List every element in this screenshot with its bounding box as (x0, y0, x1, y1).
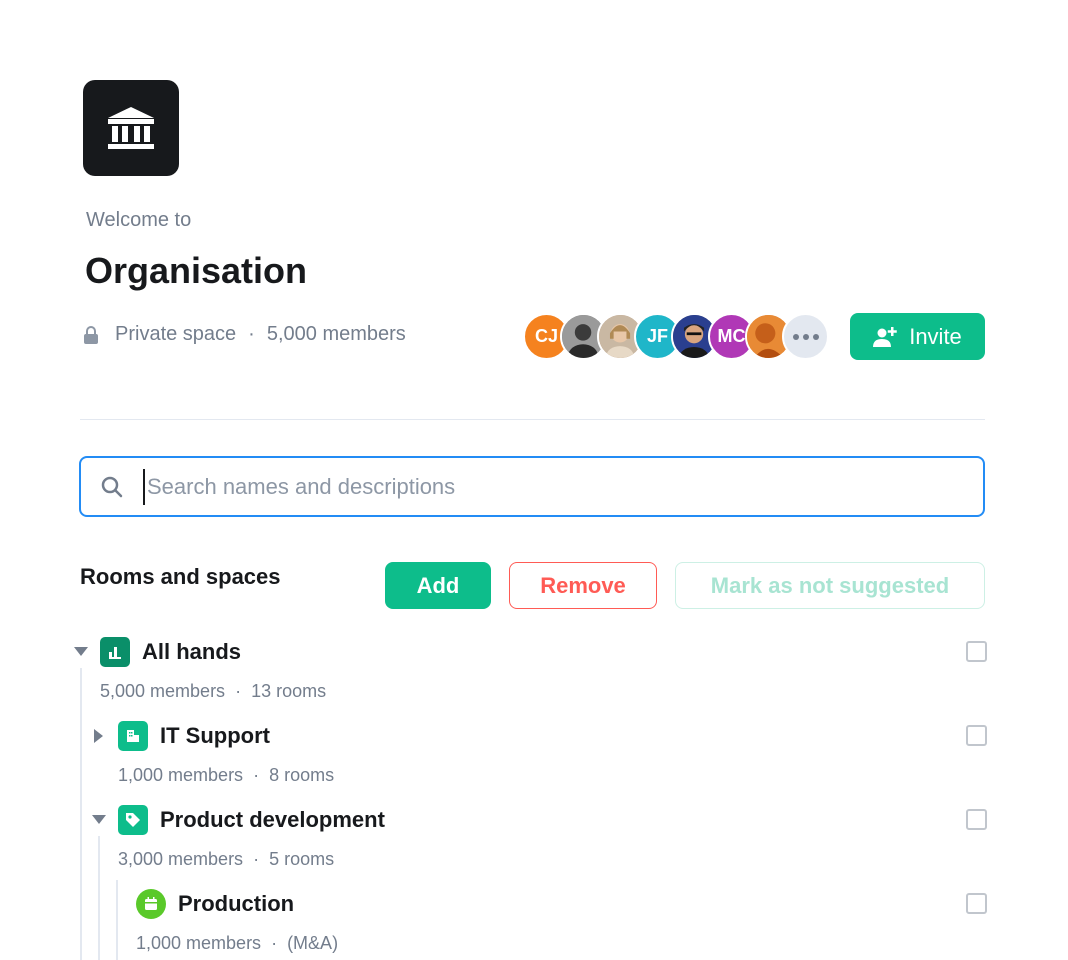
tree-item-product-development[interactable]: Product development (118, 805, 385, 835)
calendar-icon (136, 889, 166, 919)
space-name: Organisation (85, 250, 308, 291)
room-meta: 1,000 members · (M&A) (136, 933, 339, 953)
tree-line (80, 668, 82, 960)
expand-caret-icon[interactable] (94, 729, 104, 743)
space-meta: Private space · 5,000 members (83, 323, 406, 346)
room-meta: 1,000 members · 8 rooms (118, 765, 335, 785)
remove-button[interactable]: Remove (509, 562, 657, 609)
tree-line (98, 836, 100, 960)
search-input[interactable] (143, 468, 949, 505)
select-checkbox[interactable] (966, 641, 987, 662)
divider (80, 419, 985, 420)
add-user-icon (873, 326, 897, 347)
bank-icon (108, 107, 154, 149)
more-members-button[interactable] (782, 313, 829, 360)
room-name: All hands (142, 639, 242, 664)
privacy-label: Private space (115, 323, 237, 345)
collapse-caret-icon[interactable] (92, 815, 106, 825)
building-icon (118, 721, 148, 751)
room-name: IT Support (160, 723, 270, 748)
add-button[interactable]: Add (385, 562, 491, 609)
chart-icon (100, 637, 130, 667)
tree-item-all-hands[interactable]: All hands (100, 637, 241, 667)
lock-icon (83, 325, 99, 344)
collapse-caret-icon[interactable] (74, 647, 88, 657)
select-checkbox[interactable] (966, 809, 987, 830)
select-checkbox[interactable] (966, 725, 987, 746)
more-icon (792, 333, 819, 340)
member-count[interactable]: 5,000 members (267, 323, 406, 346)
search-box[interactable] (79, 456, 985, 517)
room-meta: 3,000 members · 5 rooms (118, 849, 335, 869)
tree-item-production[interactable]: Production (136, 889, 294, 919)
room-name: Production (178, 891, 295, 916)
search-icon (101, 476, 123, 498)
mark-not-suggested-button[interactable]: Mark as not suggested (675, 562, 985, 609)
member-avatars[interactable]: CJ JF MC (523, 313, 829, 360)
space-avatar (83, 80, 179, 176)
section-title: Rooms and spaces (80, 564, 281, 589)
invite-label: Invite (909, 323, 962, 349)
room-name: Product development (160, 807, 385, 832)
tag-icon (118, 805, 148, 835)
invite-button[interactable]: Invite (850, 313, 985, 360)
select-checkbox[interactable] (966, 893, 987, 914)
tree-item-it-support[interactable]: IT Support (118, 721, 270, 751)
room-meta: 5,000 members · 13 rooms (100, 681, 327, 701)
welcome-label: Welcome to (86, 209, 192, 231)
tree-line (116, 880, 118, 960)
